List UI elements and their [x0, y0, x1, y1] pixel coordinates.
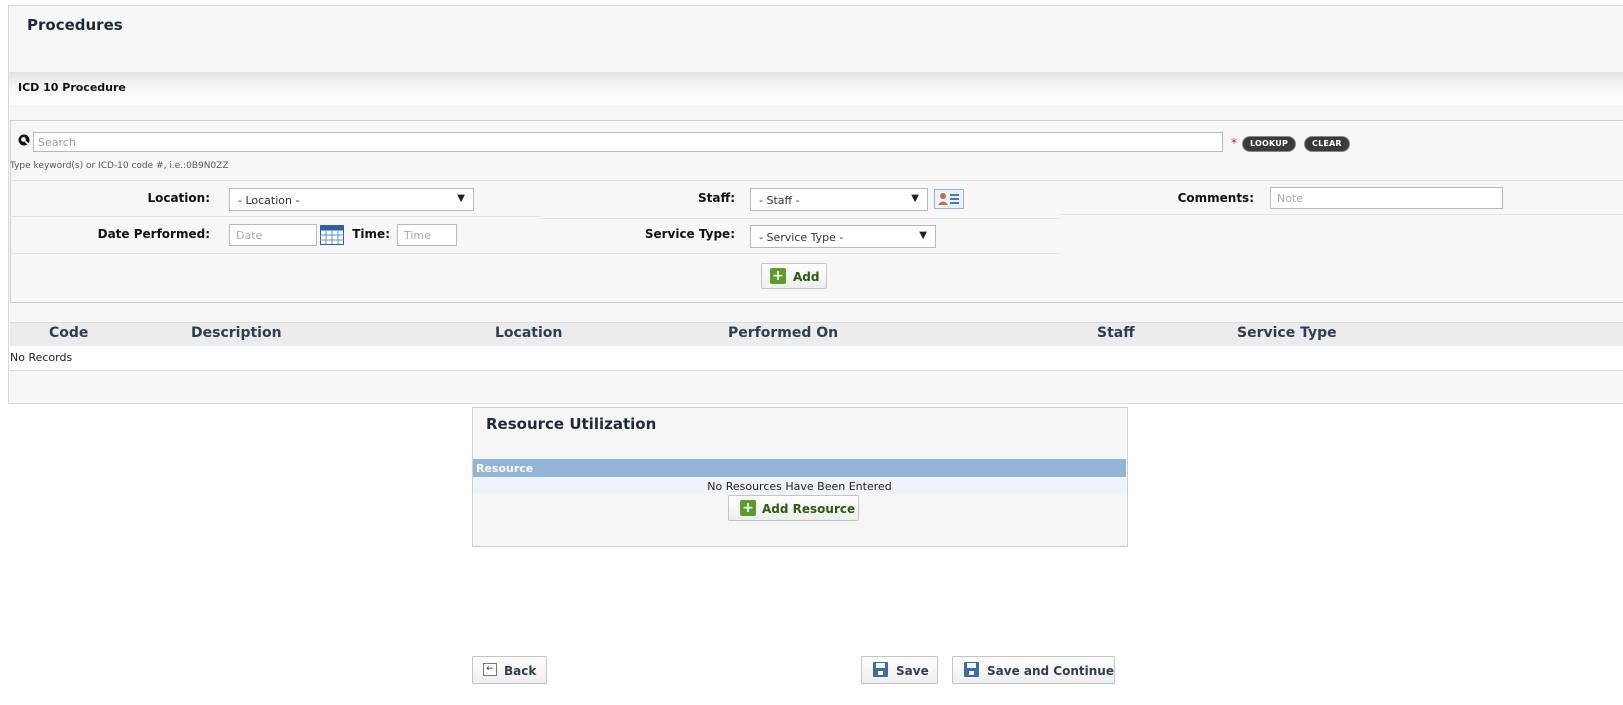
calendar-icon[interactable] — [320, 225, 344, 245]
arrow-left-icon: ← — [483, 663, 497, 676]
divider — [10, 216, 540, 217]
lookup-button[interactable]: LOOKUP — [1243, 137, 1296, 151]
clear-button[interactable]: CLEAR — [1305, 137, 1349, 151]
back-label: Back — [504, 664, 537, 678]
page-title: Procedures — [27, 16, 123, 34]
icd10-section-header — [9, 72, 1623, 105]
plus-icon: + — [770, 268, 786, 284]
back-button[interactable]: ← Back — [472, 656, 547, 684]
staff-select[interactable]: - Staff - ▼ — [750, 188, 928, 211]
column-header-resource: Resource — [476, 462, 534, 475]
service-type-select-value: - Service Type - — [759, 231, 844, 244]
staff-select-value: - Staff - — [759, 194, 800, 207]
resource-table-header — [473, 459, 1126, 477]
search-input[interactable] — [33, 132, 1223, 152]
save-icon — [873, 662, 888, 677]
person-card-icon — [938, 193, 959, 205]
add-resource-label: Add Resource — [762, 502, 856, 516]
plus-icon: + — [740, 500, 756, 516]
column-header-service-type[interactable]: Service Type — [1237, 325, 1337, 341]
column-header-location[interactable]: Location — [495, 325, 562, 341]
no-resources-text: No Resources Have Been Entered — [707, 480, 892, 493]
divider — [10, 180, 1623, 181]
location-label: Location: — [147, 191, 210, 205]
search-hint: Type keyword(s) or ICD-10 code #, i.e.:0… — [10, 161, 229, 171]
add-procedure-button[interactable]: + Add — [761, 263, 827, 289]
chevron-down-icon: ▼ — [911, 193, 919, 204]
chevron-down-icon: ▼ — [919, 230, 927, 241]
required-marker: * — [1231, 136, 1237, 150]
add-procedure-label: Add — [793, 270, 820, 284]
column-header-staff[interactable]: Staff — [1097, 325, 1135, 341]
service-type-label: Service Type: — [644, 227, 735, 241]
comments-label: Comments: — [1177, 191, 1254, 205]
date-field[interactable] — [229, 224, 317, 246]
divider — [10, 253, 1060, 254]
add-resource-button[interactable]: + Add Resource — [728, 495, 859, 521]
time-field[interactable] — [397, 224, 457, 246]
save-icon — [964, 662, 979, 677]
service-type-select[interactable]: - Service Type - ▼ — [750, 225, 936, 248]
column-header-description[interactable]: Description — [191, 325, 282, 341]
resource-utilization-title: Resource Utilization — [486, 415, 657, 433]
save-label: Save — [896, 664, 929, 678]
no-records-text: No Records — [10, 351, 73, 364]
save-button[interactable]: Save — [861, 656, 938, 684]
column-header-code[interactable]: Code — [49, 325, 88, 341]
location-select[interactable]: - Location - ▼ — [229, 188, 474, 211]
staff-directory-icon[interactable] — [934, 189, 964, 209]
column-header-performed-on[interactable]: Performed On — [728, 325, 838, 341]
divider — [540, 218, 1060, 219]
divider — [1060, 214, 1623, 215]
save-and-continue-button[interactable]: Save and Continue — [952, 656, 1115, 684]
icd10-section-title: ICD 10 Procedure — [18, 81, 126, 94]
date-performed-label: Date Performed: — [97, 227, 210, 241]
comments-field[interactable] — [1270, 187, 1503, 209]
save-and-continue-label: Save and Continue — [987, 664, 1114, 678]
location-select-value: - Location - — [238, 194, 300, 207]
staff-label: Staff: — [698, 191, 735, 205]
chevron-down-icon: ▼ — [457, 193, 465, 204]
search-icon — [18, 134, 30, 146]
table-row — [9, 346, 1623, 371]
time-label: Time: — [352, 227, 390, 241]
